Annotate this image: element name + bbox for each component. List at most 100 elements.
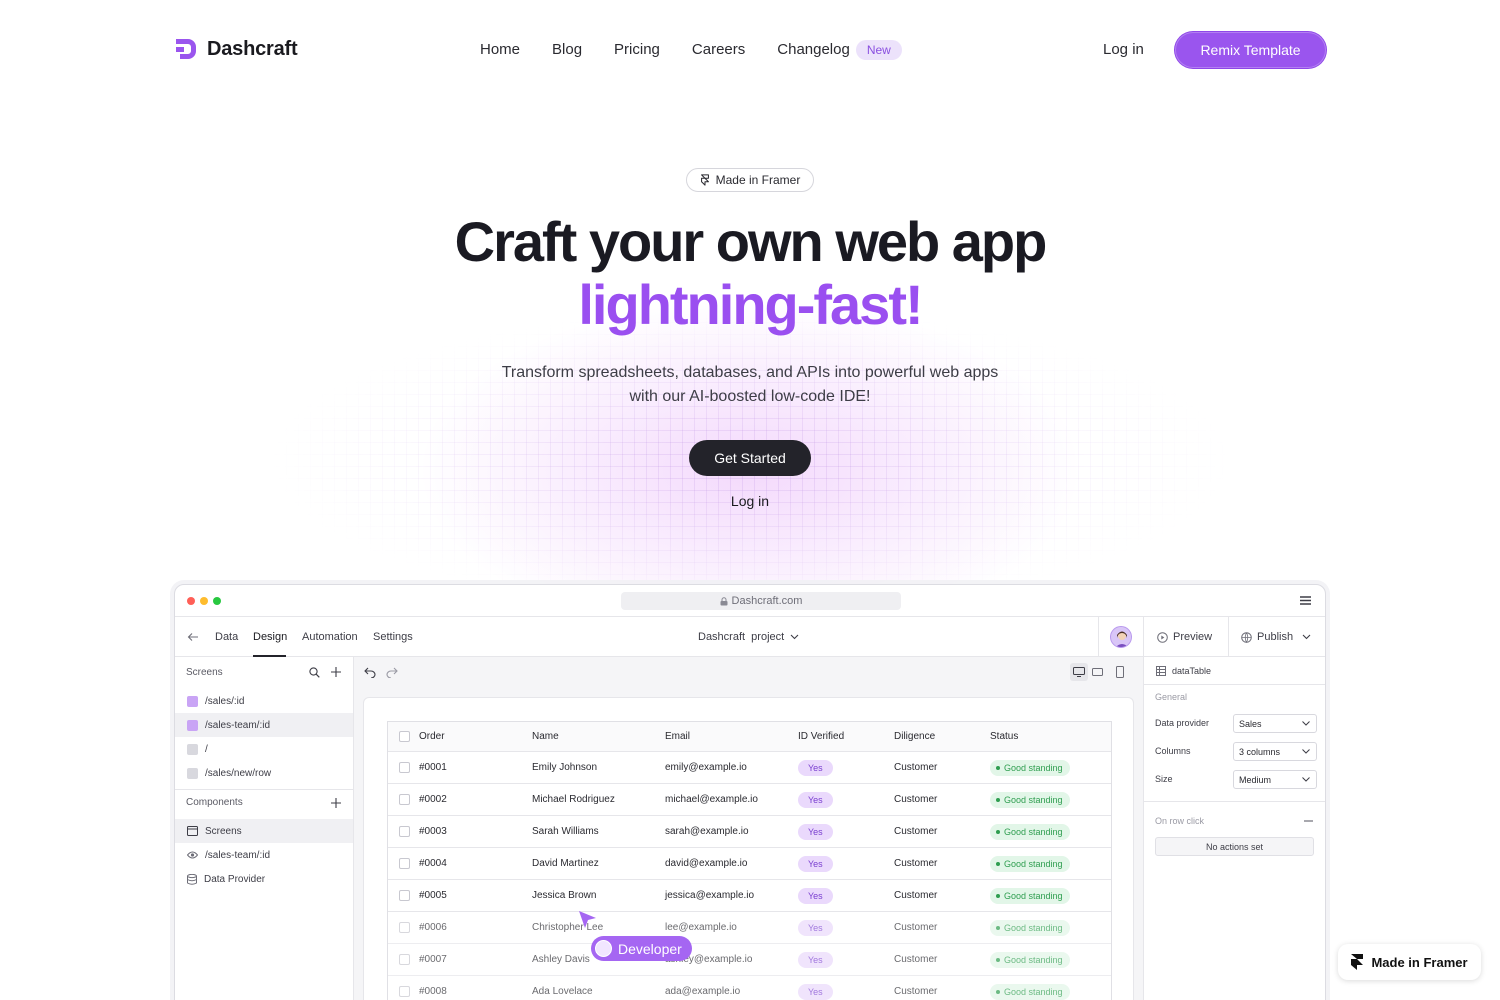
row-select-cell — [399, 752, 410, 783]
table-row[interactable]: #0003 Sarah Williams sarah@example.io Yes Cu… — [388, 816, 1111, 848]
status-text: Good standing — [1004, 858, 1063, 869]
column-header[interactable]: ID Verified — [798, 722, 844, 751]
desktop-view-toggle[interactable] — [1070, 663, 1088, 681]
column-header[interactable]: Diligence — [894, 722, 935, 751]
table-row[interactable]: #0005 Jessica Brown jessica@example.io Yes C… — [388, 880, 1111, 912]
brand-logo[interactable]: Dashcraft — [174, 37, 298, 61]
publish-label: Publish — [1257, 631, 1294, 643]
column-header[interactable]: Name — [532, 722, 559, 751]
row-checkbox[interactable] — [399, 954, 410, 965]
get-started-button[interactable]: Get Started — [689, 440, 811, 476]
table-row[interactable]: #0002 Michael Rodriguez michael@example.io… — [388, 784, 1111, 816]
column-header[interactable]: Order — [419, 722, 445, 751]
nav-pricing[interactable]: Pricing — [614, 40, 660, 60]
screen-item[interactable]: /sales/new/row — [175, 761, 353, 785]
back-arrow-icon[interactable] — [187, 631, 199, 643]
section-divider — [175, 789, 353, 790]
remix-template-button[interactable]: Remix Template — [1175, 32, 1326, 68]
preview-label: Preview — [1173, 631, 1213, 643]
collapse-icon[interactable] — [1304, 820, 1313, 822]
row-select-cell — [399, 912, 410, 943]
size-select[interactable]: Medium — [1233, 770, 1317, 789]
nav-links: Home Blog Pricing Careers Changelog New — [480, 40, 902, 60]
cell-name: Sarah Williams — [532, 826, 599, 837]
menu-icon[interactable] — [1300, 596, 1311, 605]
status-text: Good standing — [1004, 794, 1063, 805]
cell-order: #0003 — [419, 826, 447, 837]
column-header[interactable]: Email — [665, 722, 690, 751]
row-checkbox[interactable] — [399, 890, 410, 901]
select-all-cell — [399, 722, 410, 751]
nav-blog[interactable]: Blog — [552, 40, 582, 60]
table-row[interactable]: #0007 Ashley Davis ashley@example.io Yes Cus… — [388, 944, 1111, 976]
row-checkbox[interactable] — [399, 762, 410, 773]
row-checkbox[interactable] — [399, 986, 410, 997]
made-in-framer-pill[interactable]: Made in Framer — [686, 168, 814, 192]
cell-name: Ada Lovelace — [532, 986, 593, 997]
screen-color-swatch — [187, 743, 198, 755]
component-item[interactable]: Screens — [175, 819, 353, 843]
select-value: 3 columns — [1239, 746, 1281, 757]
cell-verified: Yes — [798, 848, 833, 879]
table-row[interactable]: #0006 Christopher Lee lee@example.io Yes Cus… — [388, 912, 1111, 944]
cell-email: michael@example.io — [665, 794, 758, 805]
collaborator-avatar — [595, 940, 612, 957]
row-checkbox[interactable] — [399, 922, 410, 933]
tablet-icon[interactable] — [1092, 668, 1103, 676]
undo-icon[interactable] — [364, 667, 376, 678]
eye-icon — [187, 851, 198, 859]
column-header[interactable]: Status — [990, 722, 1018, 751]
screen-item[interactable]: /sales/:id — [175, 689, 353, 713]
preview-button[interactable]: Preview — [1157, 631, 1212, 643]
table-row[interactable]: #0008 Ada Lovelace ada@example.io Yes Custom… — [388, 976, 1111, 1000]
toolbar-divider — [1228, 617, 1229, 657]
nav-login-link[interactable]: Log in — [1103, 40, 1144, 60]
redo-icon[interactable] — [386, 667, 398, 678]
prop-label: Columns — [1155, 746, 1191, 756]
address-bar[interactable]: Dashcraft.com — [621, 592, 901, 610]
status-dot-icon — [996, 861, 1000, 866]
row-checkbox[interactable] — [399, 794, 410, 805]
add-screen-icon[interactable] — [331, 667, 341, 677]
chevron-down-icon — [1302, 777, 1310, 782]
component-item[interactable]: Data Provider — [175, 867, 353, 891]
close-dot[interactable] — [187, 597, 195, 605]
verified-badge: Yes — [798, 951, 833, 968]
hero-login-text[interactable]: Log in — [731, 493, 769, 509]
component-item[interactable]: /sales-team/:id — [175, 843, 353, 867]
table-row[interactable]: #0001 Emily Johnson emily@example.io Yes Cus… — [388, 752, 1111, 784]
cell-verified: Yes — [798, 912, 833, 943]
status-dot-icon — [996, 957, 1000, 962]
tab-automation[interactable]: Automation — [302, 631, 358, 643]
row-select-cell — [399, 880, 410, 911]
row-checkbox[interactable] — [399, 826, 410, 837]
tab-design[interactable]: Design — [253, 631, 287, 643]
tab-settings[interactable]: Settings — [373, 631, 413, 643]
nav-changelog[interactable]: Changelog — [777, 40, 850, 60]
cell-diligence: Customer — [894, 858, 938, 869]
row-checkbox[interactable] — [399, 858, 410, 869]
user-avatar[interactable] — [1110, 626, 1132, 648]
screen-item[interactable]: / — [175, 737, 353, 761]
nav-careers[interactable]: Careers — [692, 40, 745, 60]
nav-home[interactable]: Home — [480, 40, 520, 60]
table-row[interactable]: #0004 David Martinez david@example.io Yes Cu… — [388, 848, 1111, 880]
project-selector[interactable]: Dashcraft project — [698, 631, 799, 643]
minimize-dot[interactable] — [200, 597, 208, 605]
tab-data[interactable]: Data — [215, 631, 238, 643]
maximize-dot[interactable] — [213, 597, 221, 605]
search-icon[interactable] — [309, 667, 320, 678]
cell-status: Good standing — [990, 880, 1070, 911]
publish-button[interactable]: Publish — [1241, 631, 1311, 643]
screen-item-selected[interactable]: /sales-team/:id — [175, 713, 353, 737]
select-all-checkbox[interactable] — [399, 731, 410, 742]
add-component-icon[interactable] — [331, 798, 341, 808]
cell-status: Good standing — [990, 912, 1070, 943]
made-in-framer-badge[interactable]: Made in Framer — [1338, 944, 1481, 980]
mobile-icon[interactable] — [1116, 666, 1124, 678]
data-provider-select[interactable]: Sales — [1233, 714, 1317, 733]
cell-diligence: Customer — [894, 986, 938, 997]
columns-select[interactable]: 3 columns — [1233, 742, 1317, 761]
hero-title-line2: lightning-fast! — [578, 273, 923, 336]
no-actions-box[interactable]: No actions set — [1155, 837, 1314, 856]
